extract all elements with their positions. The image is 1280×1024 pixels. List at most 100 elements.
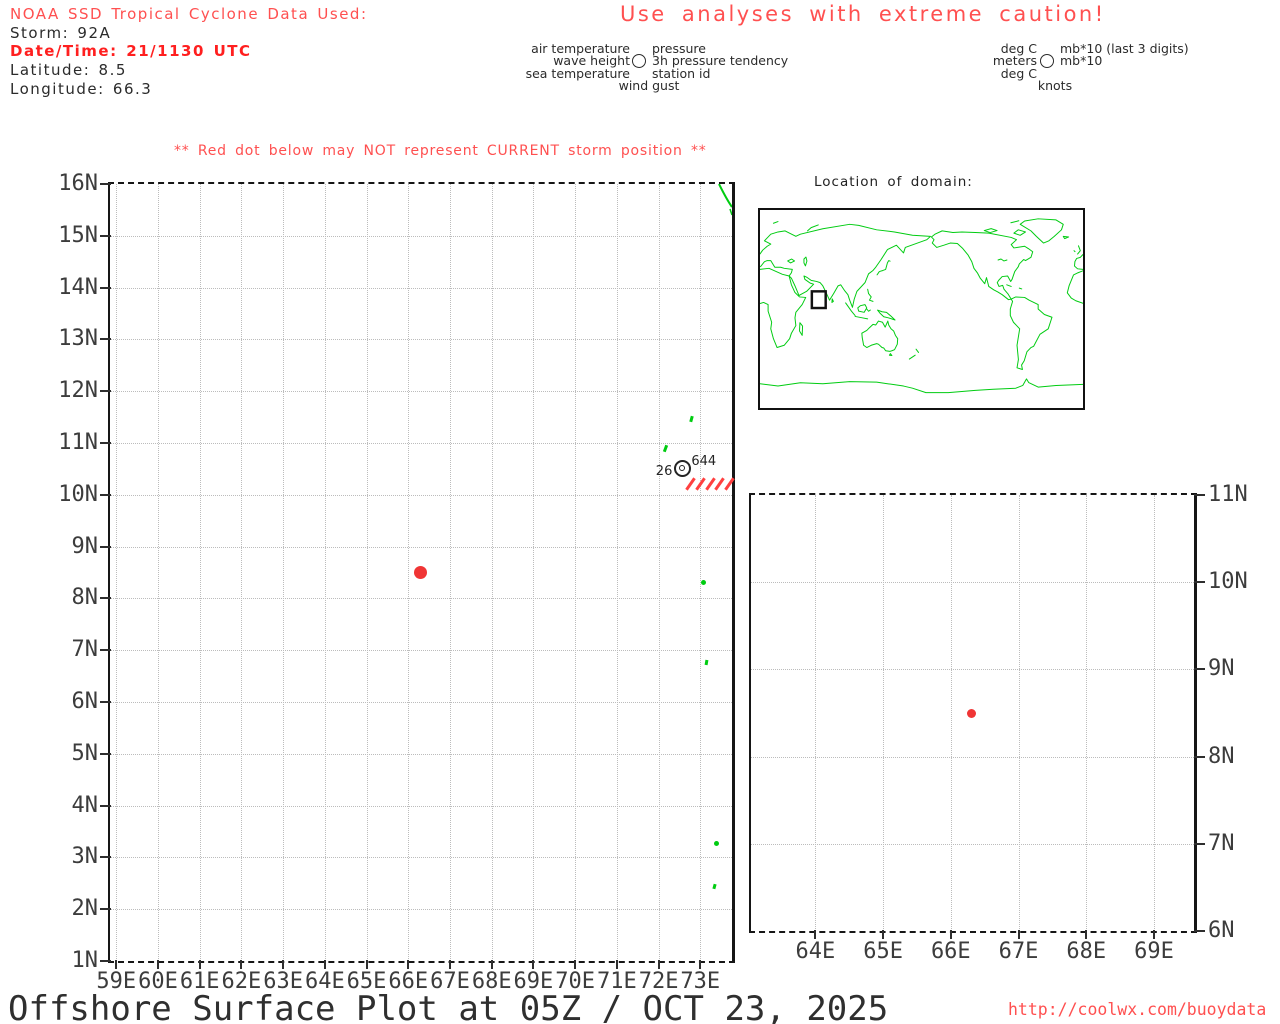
- y-tick-label: 9N: [1208, 656, 1235, 682]
- x-axis-tick: [949, 930, 952, 939]
- gridline-horizontal: [110, 598, 732, 600]
- storm-position-warning: ** Red dot below may NOT represent CURRE…: [174, 143, 707, 159]
- y-tick-label: 8N: [71, 585, 99, 611]
- units-wind-gust: knots: [1037, 77, 1073, 93]
- y-tick-label: 4N: [71, 792, 99, 818]
- gridline-horizontal: [110, 857, 732, 859]
- y-axis-tick: [100, 183, 111, 185]
- x-axis-tick: [574, 960, 577, 969]
- domain-map-title: Location of domain:: [814, 174, 973, 190]
- page-title: Offshore Surface Plot at 05Z / OCT 23, 2…: [8, 989, 889, 1024]
- gridline-horizontal: [751, 756, 1194, 758]
- y-axis-tick: [100, 493, 111, 496]
- x-axis-tick: [448, 960, 451, 969]
- station-model-legend-right: pressure 3h pressure tendency station id: [652, 42, 788, 80]
- gridline-horizontal: [110, 702, 732, 703]
- gridline-horizontal: [751, 843, 1194, 845]
- y-tick-label: 11N: [1208, 482, 1248, 507]
- units-pressure-tendency: mb*10: [1060, 53, 1103, 69]
- storm-latitude: Latitude: 8.5: [10, 61, 127, 80]
- storm-data-source: NOAA SSD Tropical Cyclone Data Used:: [10, 5, 368, 23]
- gridline-horizontal: [110, 650, 732, 652]
- gridline-horizontal: [110, 753, 732, 755]
- gridline-vertical: [950, 495, 952, 931]
- gridline-vertical: [815, 495, 817, 931]
- island-coastline-mark: [704, 659, 709, 666]
- x-tick-label: 69E: [1134, 939, 1174, 964]
- gridline-vertical: [1086, 495, 1088, 931]
- x-axis-tick: [882, 930, 885, 939]
- units-legend-right: mb*10 (last 3 digits) mb*10: [1060, 42, 1189, 69]
- y-axis-tick: [100, 545, 111, 548]
- gridline-vertical: [533, 184, 535, 961]
- station-circle-inner: [678, 464, 685, 471]
- station-air-temperature: 26: [655, 464, 673, 480]
- gridline-vertical: [241, 184, 243, 961]
- x-axis-tick: [282, 960, 285, 969]
- legend-wind-gust: wind gust: [618, 77, 680, 93]
- y-tick-label: 1N: [71, 948, 99, 973]
- gridline-vertical: [324, 184, 326, 961]
- y-axis-tick: [1194, 668, 1205, 671]
- x-tick-label: 65E: [863, 939, 903, 964]
- y-tick-label: 15N: [58, 222, 98, 248]
- y-axis-tick: [100, 856, 111, 859]
- gridline-horizontal: [751, 669, 1194, 671]
- y-axis-tick: [100, 752, 111, 755]
- gridline-horizontal: [110, 805, 732, 807]
- x-axis-tick: [657, 960, 660, 969]
- x-axis-tick: [532, 960, 535, 969]
- gridline-horizontal: [110, 494, 732, 496]
- gridline-vertical: [616, 184, 618, 961]
- gridline-vertical: [408, 184, 410, 961]
- y-tick-label: 10N: [58, 481, 98, 507]
- gridline-vertical: [157, 184, 159, 961]
- station-model-legend-left: air temperature wave height sea temperat…: [470, 42, 630, 81]
- storm-datetime: Date/Time: 21/1130 UTC: [10, 42, 252, 61]
- y-tick-label: 11N: [58, 430, 98, 455]
- legend-sea-temperature: sea temperature: [525, 65, 630, 81]
- world-coastlines: [760, 218, 1083, 394]
- x-axis-tick: [198, 960, 201, 969]
- storm-longitude: Longitude: 66.3: [10, 79, 153, 98]
- y-tick-label: 16N: [58, 171, 98, 196]
- gridline-horizontal: [751, 582, 1194, 584]
- gridline-horizontal: [110, 909, 732, 911]
- y-tick-label: 3N: [71, 844, 99, 870]
- y-tick-label: 6N: [1208, 918, 1235, 943]
- station-pressure: 644: [691, 454, 717, 470]
- source-url: http://coolwx.com/buoydata: [1008, 1000, 1267, 1019]
- station-circle-icon: [632, 54, 646, 68]
- x-axis-tick: [699, 960, 702, 969]
- world-map: [758, 208, 1085, 410]
- island-coastline-mark: [700, 580, 706, 586]
- island-coastline-mark: [711, 883, 717, 890]
- gridline-horizontal: [110, 391, 732, 393]
- x-axis-tick: [323, 960, 326, 969]
- x-axis-tick: [156, 960, 159, 969]
- y-tick-label: 14N: [58, 274, 98, 300]
- x-tick-label: 64E: [795, 939, 836, 964]
- x-tick-label: 67E: [998, 939, 1039, 964]
- gridline-vertical: [1154, 495, 1156, 931]
- y-axis-tick: [1194, 755, 1205, 758]
- offshore-surface-plot-page: NOAA SSD Tropical Cyclone Data Used: Sto…: [0, 0, 1280, 1024]
- y-tick-label: 9N: [71, 533, 99, 559]
- y-axis-tick: [1194, 494, 1205, 496]
- gridline-horizontal: [110, 546, 732, 548]
- x-axis-tick: [1153, 930, 1156, 939]
- gridline-vertical: [449, 184, 451, 961]
- gridline-horizontal: [110, 235, 732, 237]
- x-axis-tick: [490, 960, 493, 969]
- y-axis-tick: [100, 804, 111, 807]
- y-axis-tick: [100, 390, 111, 393]
- gridline-vertical: [116, 184, 118, 961]
- y-tick-label: 5N: [71, 740, 99, 766]
- storm-position-dot: [966, 708, 976, 718]
- y-axis-tick: [1194, 930, 1205, 932]
- y-axis-tick: [100, 597, 111, 600]
- main-surface-plot: 59E 60E 61E 62E 63E 64E 65E 66E 67E 68E 69E 70E 71E 7…: [58, 171, 735, 994]
- gridline-vertical: [575, 184, 577, 961]
- y-tick-label: 10N: [1208, 569, 1248, 595]
- y-axis-tick: [100, 234, 111, 237]
